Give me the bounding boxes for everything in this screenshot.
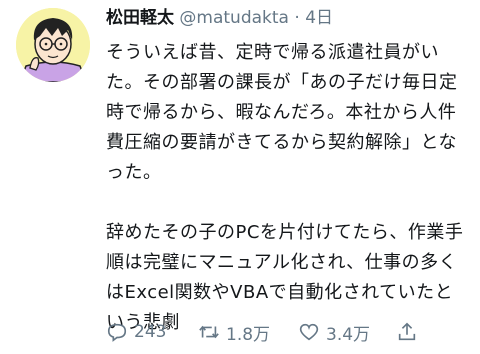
retweet-button[interactable]: 1.8万 — [198, 318, 270, 346]
reply-count: 243 — [134, 322, 167, 342]
reply-icon — [107, 323, 127, 342]
author-handle[interactable]: @matudakta — [179, 8, 289, 28]
retweet-icon — [199, 325, 219, 339]
tweet-header: 松田軽太 @matudakta · 4日 — [106, 6, 333, 30]
separator-dot: · — [294, 8, 300, 28]
avatar-illustration — [16, 8, 90, 82]
tweet-paragraph-1: そういえば昔、定時で帰る派遣社員がいた。その部署の課長が「あの子だけ毎日定時で帰… — [106, 42, 458, 183]
reply-button[interactable]: 243 — [106, 318, 166, 346]
like-button[interactable]: 3.4万 — [298, 318, 370, 346]
tweet-actions: 243 1.8万 3.4万 — [106, 318, 466, 346]
share-button[interactable] — [396, 318, 424, 346]
tweet-text: そういえば昔、定時で帰る派遣社員がいた。その部署の課長が「あの子だけ毎日定時で帰… — [106, 38, 466, 338]
retweet-count: 1.8万 — [226, 324, 271, 345]
like-count: 3.4万 — [326, 324, 371, 345]
heart-icon — [299, 323, 319, 341]
tweet-timestamp[interactable]: 4日 — [305, 8, 333, 28]
share-icon — [398, 322, 416, 341]
author-name[interactable]: 松田軽太 — [106, 8, 174, 28]
avatar[interactable] — [16, 8, 90, 82]
